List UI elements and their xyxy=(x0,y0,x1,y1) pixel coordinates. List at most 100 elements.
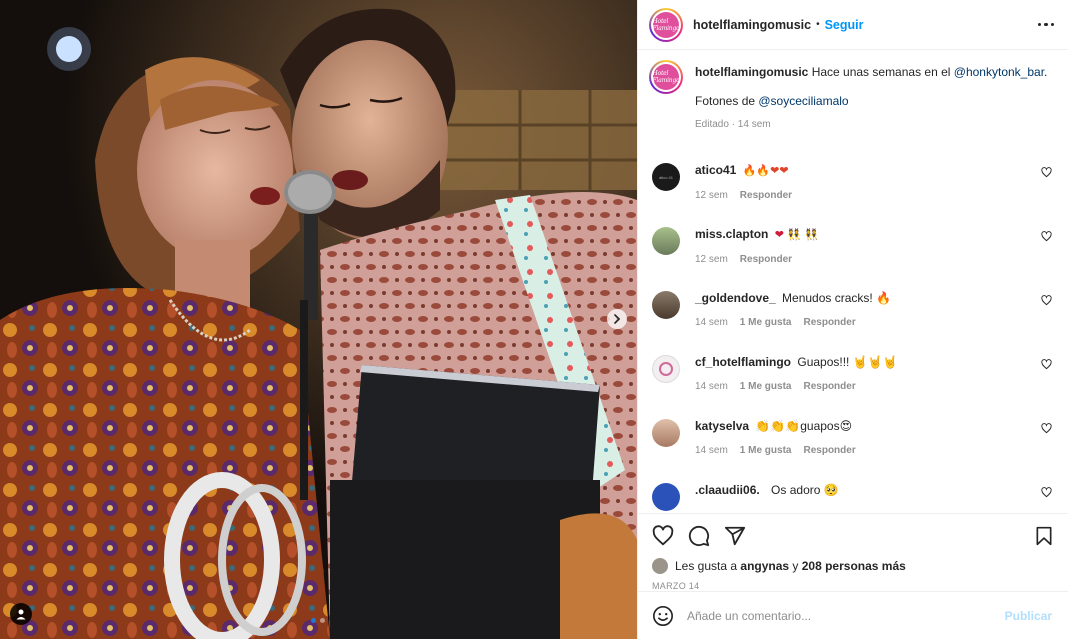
more-options-button[interactable] xyxy=(1037,22,1054,27)
reply-button[interactable]: Responder xyxy=(740,190,792,201)
comment-time: 14 sem xyxy=(695,317,728,328)
comment-line: _goldendove_ Menudos cracks! 🔥 xyxy=(695,290,1052,306)
comment-username[interactable]: .claaudii06. xyxy=(695,483,760,497)
emoji-button[interactable] xyxy=(652,605,674,627)
comment-item: katyselva 👏👏👏guapos😍 14 sem 1 Me gusta R… xyxy=(649,414,1052,478)
comment-username[interactable]: _goldendove_ xyxy=(695,291,776,305)
like-button[interactable] xyxy=(652,524,674,547)
comment-body: cf_hotelflamingo Guapos!!! 🤘🤘🤘 14 sem 1 … xyxy=(695,350,1052,414)
comment-item: ático 41 atico41 🔥🔥❤❤ 12 sem Responder xyxy=(649,158,1052,222)
comment-avatar[interactable] xyxy=(652,483,680,511)
add-comment-bar: Publicar xyxy=(638,591,1068,639)
save-button[interactable] xyxy=(1034,526,1054,546)
comment-button[interactable] xyxy=(688,525,710,547)
comment-text: Os adoro 🥺 xyxy=(771,483,839,497)
bookmark-icon xyxy=(1036,526,1052,545)
comment-meta: 12 sem Responder xyxy=(695,254,1052,265)
liker-avatar[interactable] xyxy=(652,558,668,574)
publish-button[interactable]: Publicar xyxy=(1005,609,1052,623)
next-photo-button[interactable] xyxy=(607,309,627,329)
comment-username[interactable]: cf_hotelflamingo xyxy=(695,355,791,369)
caption-line-2: Fotones de @soyceciliamalo xyxy=(695,93,1047,109)
header-separator: • xyxy=(816,19,820,30)
comment-body: miss.clapton ❤ 👯 👯 12 sem Responder xyxy=(695,222,1052,286)
comment-time: 12 sem xyxy=(695,190,728,201)
comment-item: miss.clapton ❤ 👯 👯 12 sem Responder xyxy=(649,222,1052,286)
header-username[interactable]: hotelflamingomusic xyxy=(693,18,811,32)
comment-avatar[interactable] xyxy=(652,355,680,383)
like-comment-icon[interactable] xyxy=(1041,295,1052,306)
post-header: Hotel Flamingo hotelflamingomusic • Segu… xyxy=(638,0,1068,50)
comment-likes-count[interactable]: 1 Me gusta xyxy=(740,317,792,328)
reply-button[interactable]: Responder xyxy=(803,317,855,328)
caption-meta: Editado · 14 sem xyxy=(695,119,771,130)
comment-likes-count[interactable]: 1 Me gusta xyxy=(740,445,792,456)
profile-avatar[interactable]: Hotel Flamingo xyxy=(649,7,683,42)
comment-avatar[interactable] xyxy=(652,419,680,447)
post-date[interactable]: MARZO 14 xyxy=(638,581,1068,591)
comment-likes-count[interactable]: 1 Me gusta xyxy=(740,381,792,392)
comment-username[interactable]: miss.clapton xyxy=(695,227,768,241)
share-icon xyxy=(724,526,746,545)
likes-count[interactable]: 208 personas más xyxy=(802,559,906,573)
reply-button[interactable]: Responder xyxy=(740,254,792,265)
caption-line-1: hotelflamingomusic Hace unas semanas en … xyxy=(695,64,1047,80)
comment-text: Guapos!!! 🤘🤘🤘 xyxy=(797,355,898,369)
comment-icon xyxy=(688,525,710,546)
comment-time: 12 sem xyxy=(695,254,728,265)
tagged-users-button[interactable] xyxy=(10,603,32,625)
comment-time: 14 sem xyxy=(695,381,728,392)
carousel-dot-2 xyxy=(320,618,325,623)
comment-meta: 14 sem 1 Me gusta Responder xyxy=(695,445,1052,456)
comment-text: 👏👏👏guapos😍 xyxy=(755,419,853,433)
caption-avatar[interactable]: Hotel Flamingo xyxy=(649,60,683,94)
comment-username[interactable]: katyselva xyxy=(695,419,749,433)
more-icon-dot xyxy=(1044,22,1048,27)
comment-body: katyselva 👏👏👏guapos😍 14 sem 1 Me gusta R… xyxy=(695,414,1052,478)
comment-time: 14 sem xyxy=(695,445,728,456)
comment-line: .claaudii06. Os adoro 🥺 xyxy=(695,482,1052,498)
comment-avatar[interactable] xyxy=(652,227,680,255)
reply-button[interactable]: Responder xyxy=(803,381,855,392)
likes-summary: Les gusta a angynas y 208 personas más xyxy=(638,557,1068,575)
like-comment-icon[interactable] xyxy=(1041,167,1052,178)
instagram-post: Hotel Flamingo hotelflamingomusic • Segu… xyxy=(0,0,1068,639)
comment-avatar[interactable] xyxy=(652,291,680,319)
comment-username[interactable]: atico41 xyxy=(695,163,736,177)
comment-meta: 12 sem Responder xyxy=(695,190,1052,201)
post-photo[interactable] xyxy=(0,0,637,639)
comments-list[interactable]: Hotel Flamingo hotelflamingomusic Hace u… xyxy=(638,50,1068,513)
likes-middle: y xyxy=(789,559,802,573)
like-comment-icon[interactable] xyxy=(1041,231,1052,242)
comment-meta: 14 sem 1 Me gusta Responder xyxy=(695,317,1052,328)
post-sidebar: Hotel Flamingo hotelflamingomusic • Segu… xyxy=(637,0,1068,639)
avatar-mark xyxy=(659,362,673,376)
caption-body: hotelflamingomusic Hace unas semanas en … xyxy=(695,60,1047,158)
avatar-label: ático 41 xyxy=(658,174,673,180)
heart-icon xyxy=(652,524,674,545)
caption-mention-photographer[interactable]: @soyceciliamalo xyxy=(758,94,848,108)
comment-avatar[interactable]: ático 41 xyxy=(652,163,680,191)
reply-button[interactable]: Responder xyxy=(803,445,855,456)
comment-text: Menudos cracks! 🔥 xyxy=(782,291,892,305)
comment-input[interactable] xyxy=(687,608,1005,623)
like-comment-icon[interactable] xyxy=(1041,359,1052,370)
liker-username[interactable]: angynas xyxy=(740,559,789,573)
like-comment-icon[interactable] xyxy=(1041,423,1052,434)
like-comment-icon[interactable] xyxy=(1041,487,1052,498)
caption-mention-bar[interactable]: @honkytonk_bar xyxy=(954,65,1044,79)
comment-line: miss.clapton ❤ 👯 👯 xyxy=(695,226,1052,243)
comment-line: cf_hotelflamingo Guapos!!! 🤘🤘🤘 xyxy=(695,354,1052,370)
more-icon-dot xyxy=(1050,22,1054,27)
share-button[interactable] xyxy=(724,525,746,547)
caption-username[interactable]: hotelflamingomusic xyxy=(695,65,808,79)
more-icon xyxy=(1037,22,1041,27)
comment-body: atico41 🔥🔥❤❤ 12 sem Responder xyxy=(695,158,1052,222)
caption-text: Hace unas semanas en el xyxy=(811,65,954,79)
brand-logo: Hotel Flamingo xyxy=(653,11,680,38)
post-caption: Hotel Flamingo hotelflamingomusic Hace u… xyxy=(649,60,1052,158)
brand-logo: Hotel Flamingo xyxy=(653,64,680,90)
carousel-dot-1 xyxy=(311,618,316,623)
follow-button[interactable]: Seguir xyxy=(825,18,864,32)
carousel-indicator xyxy=(311,618,325,623)
